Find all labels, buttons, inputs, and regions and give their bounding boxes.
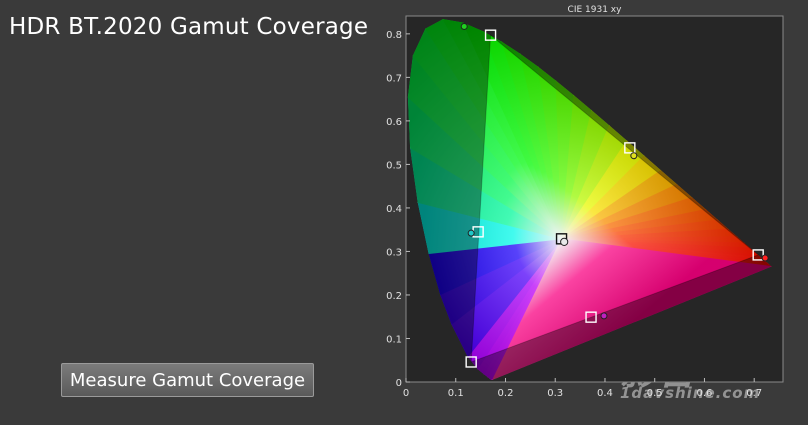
y-tick-label: 0 — [396, 378, 402, 389]
measured-green-point — [460, 22, 468, 30]
x-tick-label: 0.3 — [547, 388, 563, 399]
y-tick-label: 0.2 — [386, 291, 402, 302]
y-tick-label: 0.5 — [386, 160, 402, 171]
y-tick-label: 0.7 — [386, 73, 402, 84]
x-tick-label: 0.4 — [597, 388, 613, 399]
x-tick-label: 0 — [403, 388, 409, 399]
y-tick-label: 0.4 — [386, 204, 402, 215]
chart-title: CIE 1931 xy — [568, 5, 623, 15]
x-tick-label: 0.7 — [746, 388, 762, 399]
x-tick-label: 0.6 — [697, 388, 713, 399]
x-tick-label: 0.2 — [498, 388, 514, 399]
x-tick-label: 0.1 — [448, 388, 464, 399]
measured-red-point — [761, 254, 769, 262]
measured-magenta-point — [600, 312, 608, 320]
y-tick-label: 0.1 — [386, 334, 402, 345]
y-tick-label: 0.6 — [386, 117, 402, 128]
y-tick-label: 0.3 — [386, 247, 402, 258]
measured-white-point — [560, 237, 569, 246]
x-tick-label: 0.5 — [647, 388, 663, 399]
measured-cyan-point — [467, 229, 475, 237]
cie-chart: CIE 1931 xy 0 0.1 0.2 0.3 0.4 0.5 0.6 0.7 0 0.1 0.… — [386, 5, 784, 399]
measured-yellow-point — [630, 152, 638, 160]
y-tick-label: 0.8 — [386, 30, 402, 41]
